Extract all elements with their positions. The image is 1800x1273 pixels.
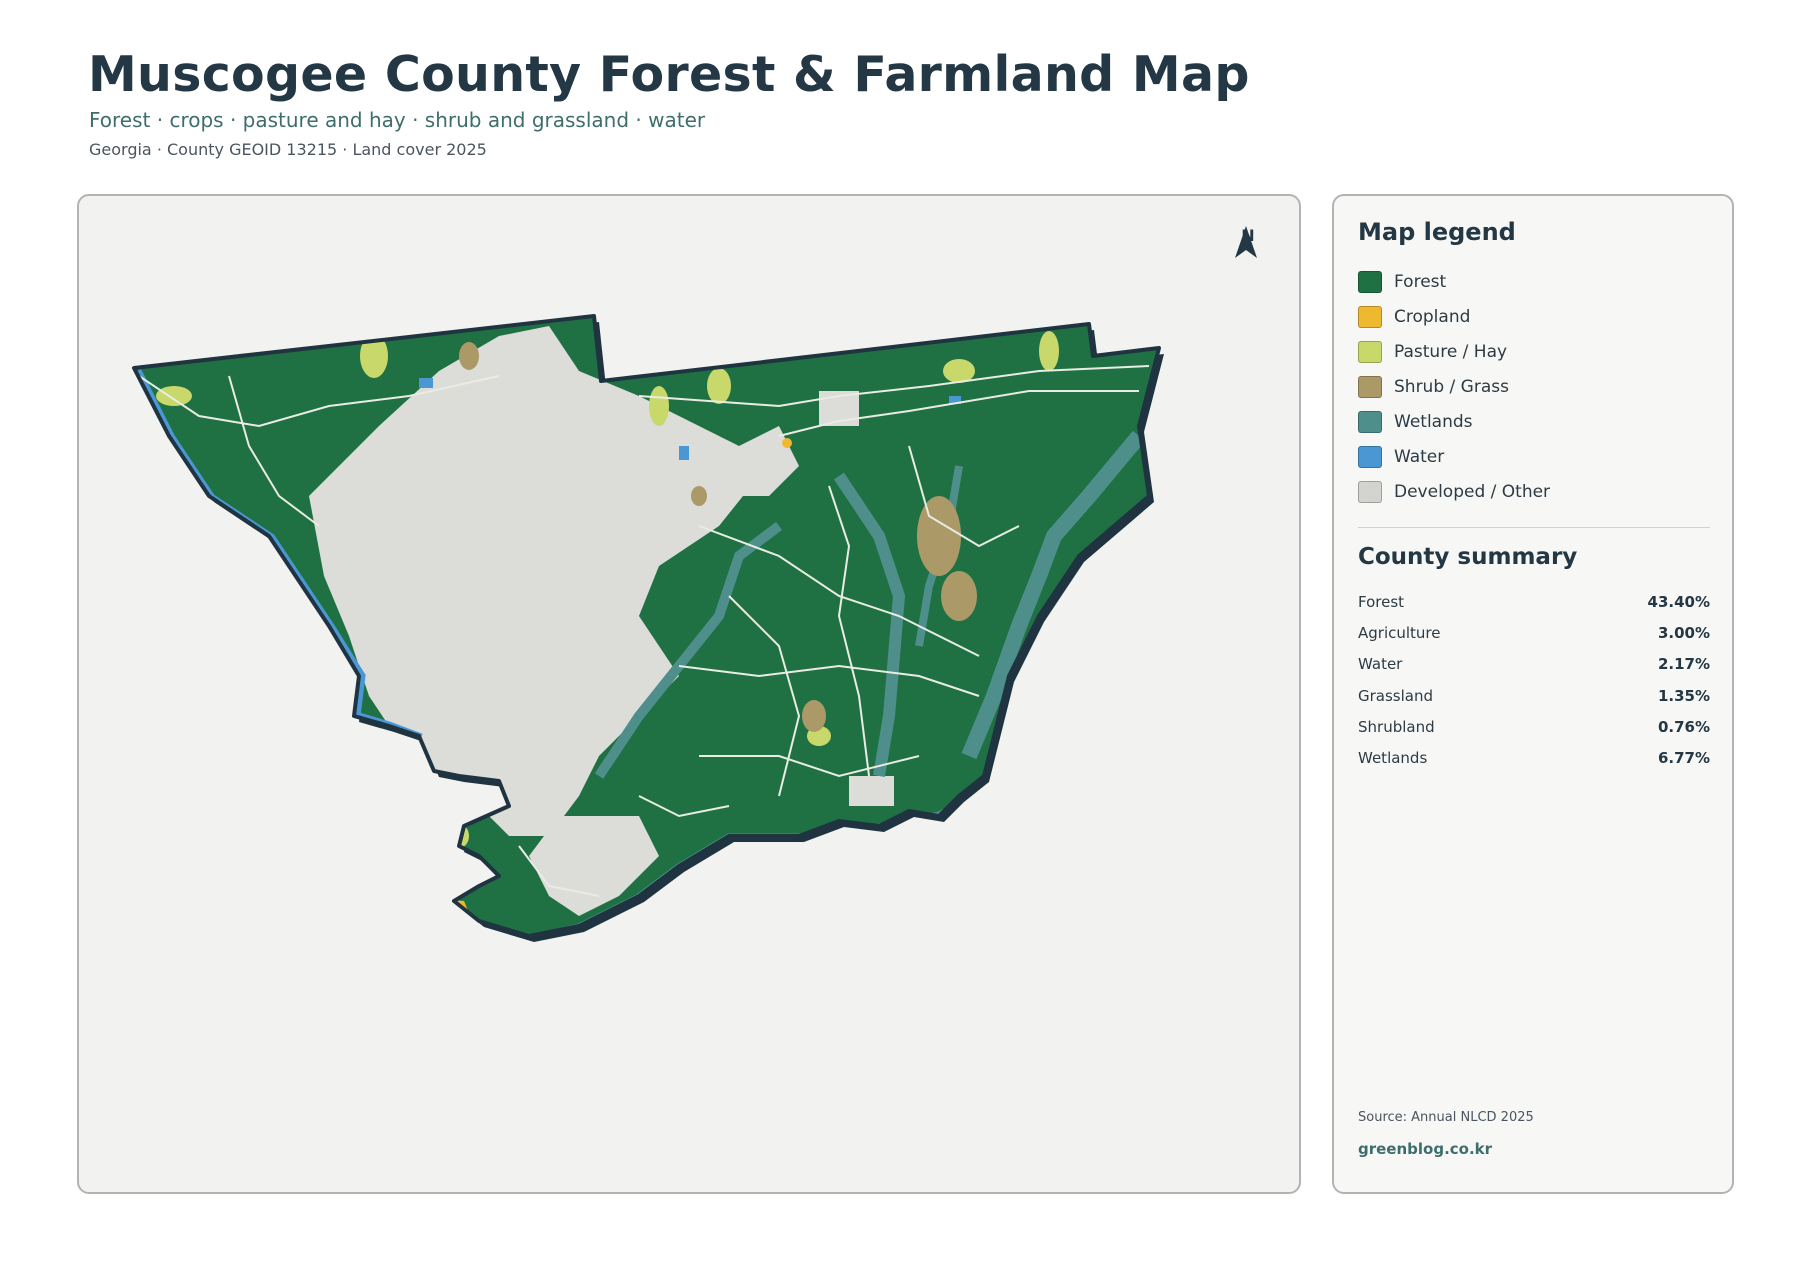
summary-name: Wetlands: [1358, 749, 1428, 768]
summary-name: Agriculture: [1358, 623, 1441, 642]
divider: [1358, 527, 1710, 528]
legend-item: Shrub / Grass: [1358, 369, 1550, 404]
cropland-patch: [782, 438, 792, 448]
map-panel[interactable]: N: [77, 194, 1301, 1194]
summary-name: Shrubland: [1358, 717, 1435, 736]
pasture-patch: [649, 386, 669, 426]
legend-swatch: [1358, 410, 1382, 433]
summary-row: Wetlands 6.77%: [1358, 742, 1710, 773]
shrub-patch: [917, 496, 961, 576]
legend-label: Pasture / Hay: [1394, 341, 1508, 362]
summary-title: County summary: [1358, 544, 1578, 570]
legend-label: Cropland: [1394, 306, 1471, 327]
summary-list: Forest 43.40% Agriculture 3.00% Water 2.…: [1358, 586, 1710, 774]
water-pond: [419, 378, 433, 388]
shrub-patch: [941, 571, 977, 621]
pasture-patch: [1039, 331, 1059, 371]
legend-label: Developed / Other: [1394, 481, 1551, 502]
page-title: Muscogee County Forest & Farmland Map: [88, 46, 1250, 103]
summary-row: Grassland 1.35%: [1358, 680, 1710, 711]
north-arrow: N: [1233, 224, 1263, 258]
summary-row: Water 2.17%: [1358, 649, 1710, 680]
pasture-patch: [156, 386, 192, 406]
summary-value: 6.77%: [1657, 749, 1710, 768]
pasture-patch: [707, 368, 731, 404]
summary-row: Forest 43.40%: [1358, 586, 1710, 617]
legend-list: Forest Cropland Pasture / Hay Shrub / Gr…: [1358, 264, 1550, 509]
page-meta: Georgia · County GEOID 13215 · Land cove…: [89, 140, 487, 159]
summary-value: 43.40%: [1647, 592, 1710, 611]
summary-value: 2.17%: [1657, 655, 1710, 674]
shrub-patch: [802, 700, 826, 732]
legend-swatch: [1358, 340, 1382, 363]
legend-item: Forest: [1358, 264, 1550, 299]
legend-swatch: [1358, 270, 1382, 293]
shrub-patch: [459, 342, 479, 370]
forest-area: [134, 316, 1159, 936]
legend-item: Cropland: [1358, 299, 1550, 334]
page-subtitle: Forest · crops · pasture and hay · shrub…: [89, 108, 706, 132]
summary-value: 3.00%: [1657, 623, 1710, 642]
summary-name: Grassland: [1358, 686, 1433, 705]
legend-label: Shrub / Grass: [1394, 376, 1509, 397]
legend-item: Wetlands: [1358, 404, 1550, 439]
legend-swatch: [1358, 305, 1382, 328]
credit-link[interactable]: greenblog.co.kr: [1358, 1140, 1492, 1158]
legend-label: Wetlands: [1394, 411, 1473, 432]
summary-row: Shrubland 0.76%: [1358, 711, 1710, 742]
summary-value: 1.35%: [1657, 686, 1710, 705]
source-note: Source: Annual NLCD 2025: [1358, 1110, 1534, 1125]
summary-row: Agriculture 3.00%: [1358, 617, 1710, 648]
legend-item: Developed / Other: [1358, 474, 1550, 509]
side-panel: Map legend Forest Cropland Pasture / Hay…: [1332, 194, 1734, 1194]
legend-label: Water: [1394, 446, 1445, 467]
legend-title: Map legend: [1358, 218, 1516, 246]
summary-name: Forest: [1358, 592, 1405, 611]
developed-patch: [849, 776, 894, 806]
north-arrow-icon: [1235, 226, 1257, 258]
water-pond: [679, 446, 689, 460]
legend-swatch: [1358, 375, 1382, 398]
legend-label: Forest: [1394, 271, 1447, 292]
summary-value: 0.76%: [1657, 717, 1710, 736]
summary-name: Water: [1358, 655, 1403, 674]
legend-item: Water: [1358, 439, 1550, 474]
land-cover-map[interactable]: [79, 196, 1299, 1192]
legend-swatch: [1358, 480, 1382, 503]
legend-item: Pasture / Hay: [1358, 334, 1550, 369]
legend-swatch: [1358, 445, 1382, 468]
shrub-patch: [691, 486, 707, 506]
